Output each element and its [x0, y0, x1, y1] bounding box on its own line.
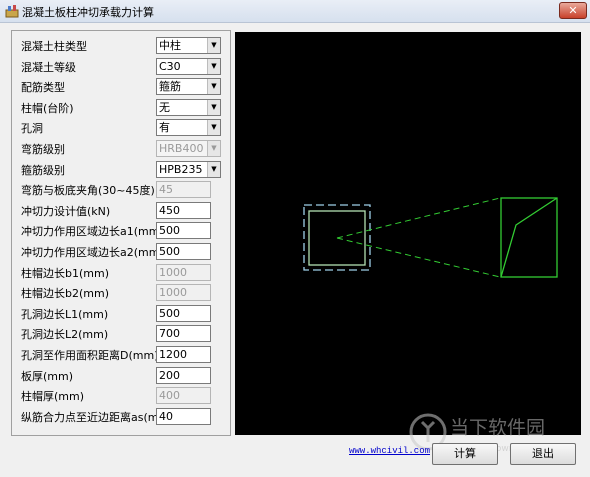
field-value: 无: [159, 101, 170, 114]
hole-projection-line-bottom: [336, 237, 501, 278]
field-value: 450: [159, 204, 180, 217]
field-select[interactable]: C30 ▼: [156, 58, 221, 75]
field-input[interactable]: 40: [156, 408, 211, 425]
field-input[interactable]: 500: [156, 222, 211, 239]
field-label: 冲切力设计值(kN): [21, 205, 111, 218]
app-icon: [5, 5, 19, 18]
exit-button[interactable]: 退出: [510, 443, 576, 465]
field-value: 700: [159, 327, 180, 340]
field-label: 柱帽(台阶): [21, 102, 74, 115]
chevron-down-icon[interactable]: ▼: [207, 162, 220, 177]
field-select[interactable]: HPB235 ▼: [156, 161, 221, 178]
field-input: 1000: [156, 284, 211, 301]
hole-diagonal: [500, 197, 558, 278]
field-select[interactable]: 有 ▼: [156, 119, 221, 136]
field-value: C30: [159, 60, 181, 73]
field-input: 45: [156, 181, 211, 198]
field-input[interactable]: 500: [156, 243, 211, 260]
field-value: HPB235: [159, 163, 203, 176]
chevron-down-icon[interactable]: ▼: [207, 120, 220, 135]
field-label: 纵筋合力点至近边距离as(mm): [21, 411, 174, 424]
field-label: 柱帽边长b1(mm): [21, 267, 109, 280]
field-value: 有: [159, 121, 170, 134]
field-value: 400: [159, 389, 180, 402]
hole-outline: [500, 197, 558, 278]
field-value: 1000: [159, 266, 187, 279]
field-select[interactable]: 中柱 ▼: [156, 37, 221, 54]
field-label: 箍筋级别: [21, 164, 65, 177]
field-label: 配筋类型: [21, 81, 65, 94]
hole-projection-line-top: [336, 197, 501, 239]
field-value: 箍筋: [159, 80, 181, 93]
field-value: 500: [159, 245, 180, 258]
chevron-down-icon: ▼: [207, 141, 220, 156]
drawing-canvas: [235, 32, 581, 435]
field-value: 40: [159, 410, 173, 423]
field-label: 孔洞: [21, 122, 43, 135]
field-label: 混凝土等级: [21, 61, 76, 74]
svg-text:当下软件园: 当下软件园: [450, 417, 545, 439]
field-select[interactable]: 箍筋 ▼: [156, 78, 221, 95]
field-input[interactable]: 700: [156, 325, 211, 342]
field-label: 冲切力作用区域边长a1(mm): [21, 225, 164, 238]
field-label: 板厚(mm): [21, 370, 74, 383]
field-value: 1200: [159, 348, 187, 361]
field-label: 混凝土柱类型: [21, 40, 87, 53]
field-value: 500: [159, 307, 180, 320]
field-input[interactable]: 500: [156, 305, 211, 322]
field-label: 柱帽边长b2(mm): [21, 287, 109, 300]
chevron-down-icon[interactable]: ▼: [207, 79, 220, 94]
field-input[interactable]: 200: [156, 367, 211, 384]
field-label: 弯筋与板底夹角(30~45度): [21, 184, 155, 197]
field-input[interactable]: 1200: [156, 346, 211, 363]
field-value: 1000: [159, 286, 187, 299]
close-button[interactable]: ✕: [559, 2, 587, 19]
field-value: 500: [159, 224, 180, 237]
website-link[interactable]: www.whcivil.com: [349, 446, 430, 456]
field-label: 孔洞边长L2(mm): [21, 328, 109, 341]
chevron-down-icon[interactable]: ▼: [207, 59, 220, 74]
field-value: 中柱: [159, 39, 181, 52]
field-label: 冲切力作用区域边长a2(mm): [21, 246, 164, 259]
field-value: 200: [159, 369, 180, 382]
chevron-down-icon[interactable]: ▼: [207, 38, 220, 53]
field-label: 孔洞至作用面积距离D(mm): [21, 349, 159, 362]
field-label: 柱帽厚(mm): [21, 390, 85, 403]
field-value: HRB400: [159, 142, 204, 155]
window-title: 混凝土板柱冲切承载力计算: [22, 6, 154, 19]
field-input: 400: [156, 387, 211, 404]
field-select: HRB400 ▼: [156, 140, 221, 157]
field-value: 45: [159, 183, 173, 196]
field-input[interactable]: 450: [156, 202, 211, 219]
field-label: 弯筋级别: [21, 143, 65, 156]
title-bar: 混凝土板柱冲切承载力计算 ✕: [0, 0, 590, 23]
chevron-down-icon[interactable]: ▼: [207, 100, 220, 115]
calculate-button[interactable]: 计算: [432, 443, 498, 465]
field-label: 孔洞边长L1(mm): [21, 308, 109, 321]
field-input: 1000: [156, 264, 211, 281]
field-select[interactable]: 无 ▼: [156, 99, 221, 116]
